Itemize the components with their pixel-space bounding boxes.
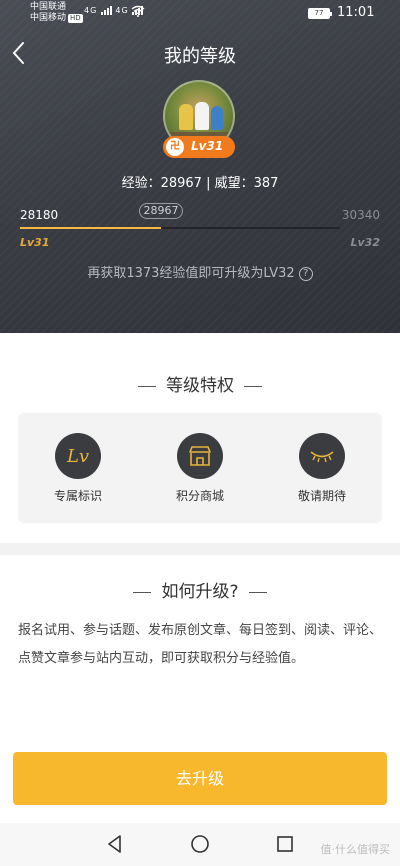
carrier-info: 中国联通 中国移动 HD xyxy=(30,2,83,24)
upgrade-button[interactable]: 去升级 xyxy=(13,752,387,805)
signal-icon xyxy=(100,5,112,15)
level-badge-icon: 卍 xyxy=(166,138,184,156)
closed-eye-icon xyxy=(299,433,345,479)
help-icon[interactable]: ? xyxy=(298,267,313,281)
privileges-section: 等级特权 Lv 专属标识 积分商城 敬请期待 xyxy=(0,333,400,543)
level-badge: 卍 Lv31 xyxy=(163,136,235,158)
carrier-2: 中国移动 xyxy=(30,13,67,23)
wifi-icon xyxy=(131,5,145,17)
status-bar: 中国联通 中国移动 HD 4G 4G 77 11:01 xyxy=(0,0,400,28)
level-from: Lv31 xyxy=(20,236,50,249)
level-hero: 中国联通 中国移动 HD 4G 4G 77 11:01 我的等级 卍 Lv31 经… xyxy=(0,0,400,333)
privilege-label: 专属标识 xyxy=(53,489,102,503)
upgrade-hint: 再获取1373经验值即可升级为LV32? xyxy=(0,262,400,281)
privilege-coming-soon[interactable]: 敬请期待 xyxy=(282,433,362,504)
privileges-card: Lv 专属标识 积分商城 敬请期待 xyxy=(18,413,382,523)
page-title: 我的等级 xyxy=(164,46,236,67)
battery-icon: 77 xyxy=(308,8,332,19)
nav-home-icon[interactable] xyxy=(189,833,211,855)
progress-start-value: 28180 xyxy=(20,208,59,222)
privilege-points-store[interactable]: 积分商城 xyxy=(160,433,240,504)
status-time: 11:01 xyxy=(337,5,375,20)
privileges-title-text: 等级特权 xyxy=(166,376,234,396)
hd-badge: HD xyxy=(68,14,83,23)
carrier-1: 中国联通 xyxy=(30,2,67,12)
net-label-1: 4G xyxy=(84,6,98,15)
privilege-label: 敬请期待 xyxy=(297,489,346,503)
nav-back-icon[interactable] xyxy=(104,833,126,855)
how-to-title: 如何升级? xyxy=(0,577,400,602)
privilege-label: 积分商城 xyxy=(175,489,224,503)
net-label-2: 4G xyxy=(115,6,129,15)
privilege-exclusive-badge[interactable]: Lv 专属标识 xyxy=(38,433,118,504)
progress-fill xyxy=(20,227,161,229)
lv-icon-glyph: Lv xyxy=(66,445,90,467)
system-nav-bar: 值·什么值得买 xyxy=(0,823,400,866)
progress-current-value: 28967 xyxy=(139,203,183,219)
level-badge-text: Lv31 xyxy=(191,139,224,153)
level-to: Lv32 xyxy=(350,236,381,249)
privileges-title: 等级特权 xyxy=(0,371,400,396)
upgrade-hint-text: 再获取1373经验值即可升级为LV32 xyxy=(87,266,295,281)
how-to-description: 报名试用、参与话题、发布原创文章、每日签到、阅读、评论、点赞文章参与站内互动，即… xyxy=(18,623,383,666)
watermark: 值·什么值得买 xyxy=(320,843,391,856)
lv-icon: Lv xyxy=(55,433,101,479)
store-icon xyxy=(177,433,223,479)
experience-stats: 经验：28967 | 威望：387 xyxy=(121,176,279,191)
progress-end-value: 30340 xyxy=(341,208,380,222)
nav-recents-icon[interactable] xyxy=(274,833,296,855)
progress-track xyxy=(20,227,340,229)
how-to-title-text: 如何升级? xyxy=(161,582,239,602)
